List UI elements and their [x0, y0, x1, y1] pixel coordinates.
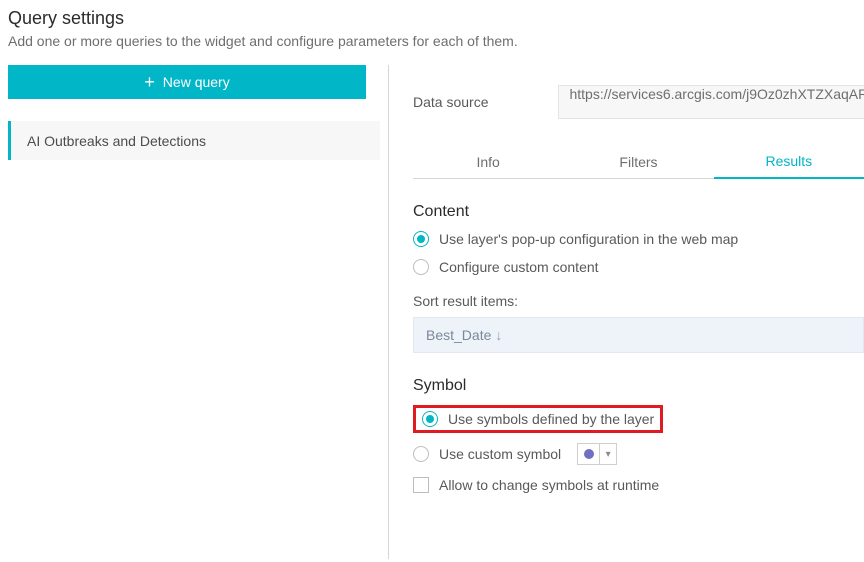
tab-results[interactable]: Results	[714, 145, 864, 179]
plus-icon: +	[144, 73, 155, 91]
radio-icon	[413, 231, 429, 247]
tab-filters[interactable]: Filters	[563, 145, 713, 178]
circle-icon	[584, 449, 594, 459]
checkbox-runtime-symbols[interactable]: Allow to change symbols at runtime	[413, 477, 864, 493]
radio-custom-symbol[interactable]: Use custom symbol ▾	[413, 443, 864, 465]
radio-use-popup[interactable]: Use layer's pop-up configuration in the …	[413, 231, 864, 247]
sort-direction-down-icon: ↓	[495, 327, 502, 343]
highlight-annotation: Use symbols defined by the layer	[413, 405, 663, 433]
page-subtitle: Add one or more queries to the widget an…	[8, 33, 856, 49]
radio-use-layer-symbols[interactable]: Use symbols defined by the layer	[422, 411, 654, 427]
radio-label: Use layer's pop-up configuration in the …	[439, 231, 738, 247]
radio-label: Use symbols defined by the layer	[448, 411, 654, 427]
sort-field-value: Best_Date	[426, 327, 491, 343]
page-title: Query settings	[8, 8, 856, 29]
content-section-title: Content	[413, 203, 864, 221]
symbol-section-title: Symbol	[413, 377, 864, 395]
data-source-label: Data source	[413, 94, 488, 110]
radio-custom-content[interactable]: Configure custom content	[413, 259, 864, 275]
radio-icon	[422, 411, 438, 427]
symbol-swatch	[578, 444, 600, 464]
query-item-label: AI Outbreaks and Detections	[27, 133, 206, 149]
new-query-button[interactable]: + New query	[8, 65, 366, 99]
symbol-picker[interactable]: ▾	[577, 443, 617, 465]
checkbox-icon	[413, 477, 429, 493]
radio-icon	[413, 259, 429, 275]
radio-label: Configure custom content	[439, 259, 599, 275]
data-source-input[interactable]: https://services6.arcgis.com/j9Oz0zhXTZX…	[558, 85, 864, 119]
tab-info[interactable]: Info	[413, 145, 563, 178]
checkbox-label: Allow to change symbols at runtime	[439, 477, 659, 493]
query-list-panel: + New query AI Outbreaks and Detections	[0, 65, 388, 559]
sort-label: Sort result items:	[413, 293, 864, 309]
radio-icon	[413, 446, 429, 462]
chevron-down-icon: ▾	[600, 449, 616, 460]
sort-field-selector[interactable]: Best_Date ↓	[413, 317, 864, 353]
radio-label: Use custom symbol	[439, 446, 561, 462]
new-query-label: New query	[163, 74, 230, 90]
tabs: Info Filters Results	[413, 145, 864, 179]
query-item[interactable]: AI Outbreaks and Detections	[8, 121, 380, 160]
query-detail-panel: Data source https://services6.arcgis.com…	[388, 65, 864, 559]
